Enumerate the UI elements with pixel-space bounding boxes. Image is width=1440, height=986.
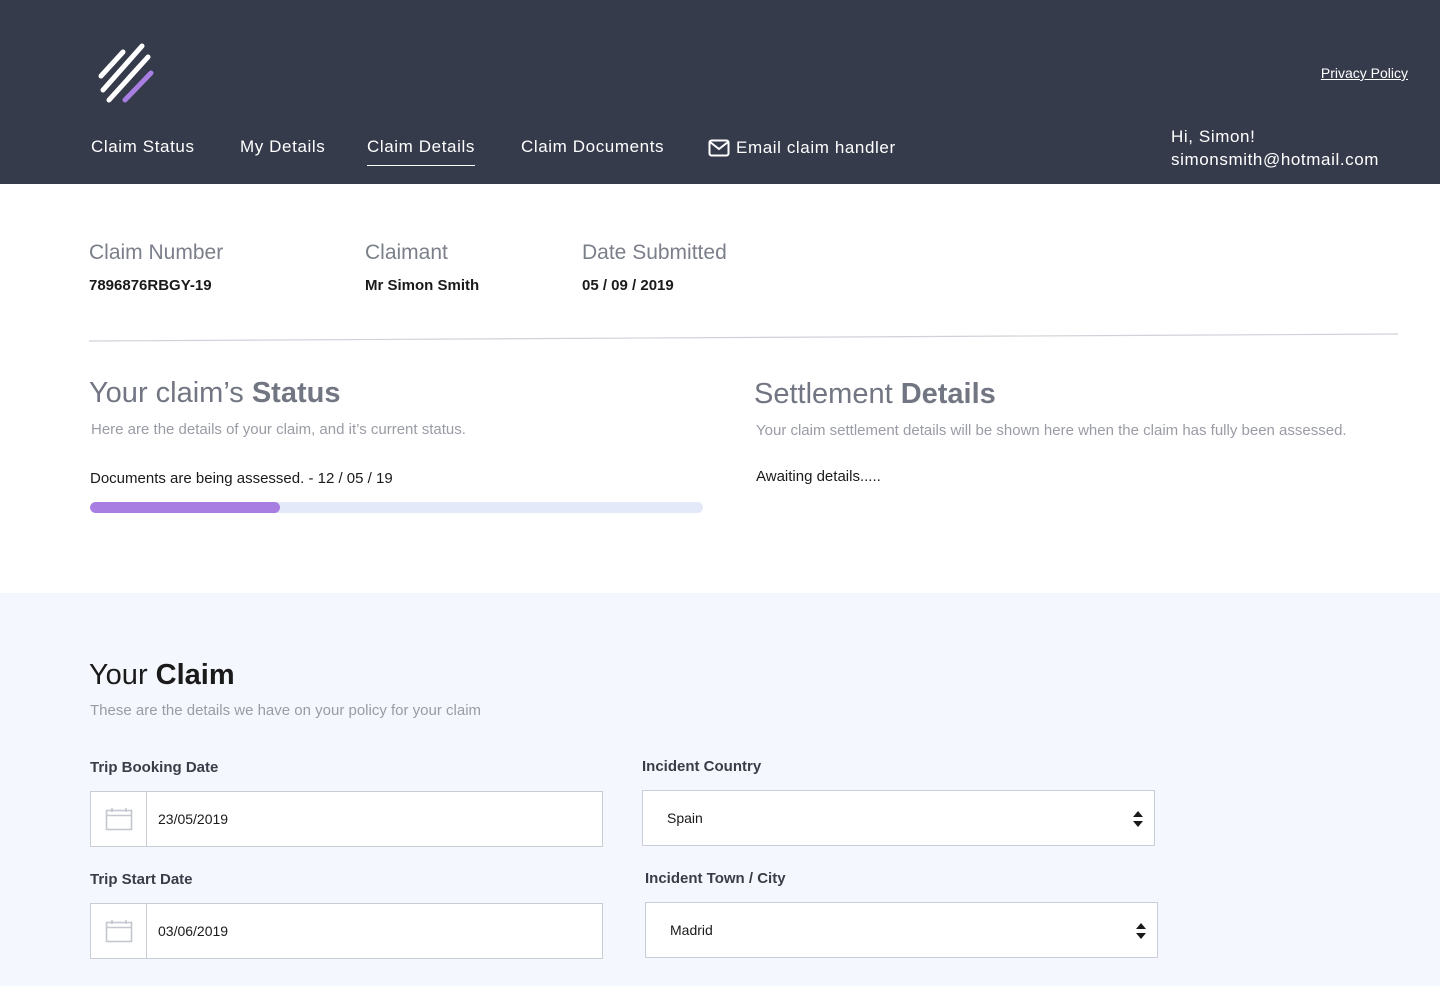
claim-number-label: Claim Number (89, 241, 224, 264)
trip-start-date-label: Trip Start Date (90, 871, 193, 888)
nav-claim-status[interactable]: Claim Status (91, 137, 195, 165)
nav-email-claim-handler[interactable]: Email claim handler (708, 138, 896, 166)
calendar-icon (105, 808, 132, 831)
sort-arrows-icon (1136, 923, 1146, 939)
claimant-label: Claimant (365, 241, 448, 264)
trip-booking-date-input[interactable]: 23/05/2019 (147, 792, 602, 846)
status-subtitle: Here are the details of your claim, and … (91, 421, 466, 438)
claim-progress-bar (90, 502, 703, 513)
date-submitted-label: Date Submitted (582, 241, 727, 264)
settlement-title: Settlement Details (754, 378, 996, 411)
user-greeting: Hi, Simon! simonsmith@hotmail.com (1171, 125, 1379, 171)
incident-country-label: Incident Country (642, 758, 762, 775)
date-submitted-value: 05 / 09 / 2019 (582, 277, 674, 294)
incident-country-value: Spain (667, 810, 703, 826)
nav-claim-documents[interactable]: Claim Documents (521, 137, 664, 165)
incident-city-label: Incident Town / City (645, 870, 786, 887)
user-email: simonsmith@hotmail.com (1171, 150, 1380, 169)
trip-booking-date-label: Trip Booking Date (90, 759, 219, 776)
settlement-title-bold: Details (900, 378, 996, 410)
date-submitted-block: Date Submitted 05 / 09 / 2019 (582, 241, 727, 294)
privacy-policy-link[interactable]: Privacy Policy (1321, 65, 1408, 81)
settlement-subtitle: Your claim settlement details will be sh… (756, 422, 1347, 439)
company-logo-icon[interactable] (95, 40, 159, 106)
status-title: Your claim’s Status (89, 377, 340, 410)
settlement-message: Awaiting details..... (756, 468, 881, 485)
status-title-light: Your claim’s (89, 377, 252, 409)
section-divider (89, 333, 1398, 342)
trip-start-date-field[interactable]: 03/06/2019 (90, 903, 603, 959)
incident-country-select[interactable]: Spain (642, 790, 1155, 846)
trip-start-date-input[interactable]: 03/06/2019 (147, 904, 602, 958)
claim-title-light: Your (89, 659, 156, 691)
claim-number-block: Claim Number 7896876RBGY-19 (89, 241, 223, 294)
claimant-value: Mr Simon Smith (365, 277, 480, 294)
nav-my-details[interactable]: My Details (240, 137, 325, 165)
sort-arrows-icon (1133, 811, 1143, 827)
claim-title: Your Claim (89, 659, 235, 692)
greeting-text: Hi, Simon! (1171, 127, 1256, 146)
envelope-icon (708, 139, 730, 157)
incident-city-select[interactable]: Madrid (645, 902, 1158, 958)
trip-booking-date-calendar-button[interactable] (91, 792, 147, 846)
your-claim-section: Your Claim These are the details we have… (0, 593, 1440, 986)
nav-claim-details[interactable]: Claim Details (367, 137, 475, 166)
calendar-icon (105, 920, 132, 943)
claim-title-bold: Claim (155, 659, 235, 691)
status-message: Documents are being assessed. - 12 / 05 … (90, 470, 393, 487)
trip-booking-date-field[interactable]: 23/05/2019 (90, 791, 603, 847)
nav-email-label: Email claim handler (736, 138, 896, 157)
trip-start-date-calendar-button[interactable] (91, 904, 147, 958)
claim-progress-fill (90, 502, 281, 513)
claimant-block: Claimant Mr Simon Smith (365, 241, 479, 294)
header: Privacy Policy Claim Status My Details C… (0, 0, 1440, 184)
status-title-bold: Status (251, 377, 341, 409)
incident-city-value: Madrid (670, 922, 713, 938)
claim-number-value: 7896876RBGY-19 (89, 277, 212, 294)
claim-subtitle: These are the details we have on your po… (90, 702, 482, 719)
settlement-title-light: Settlement (754, 378, 901, 410)
